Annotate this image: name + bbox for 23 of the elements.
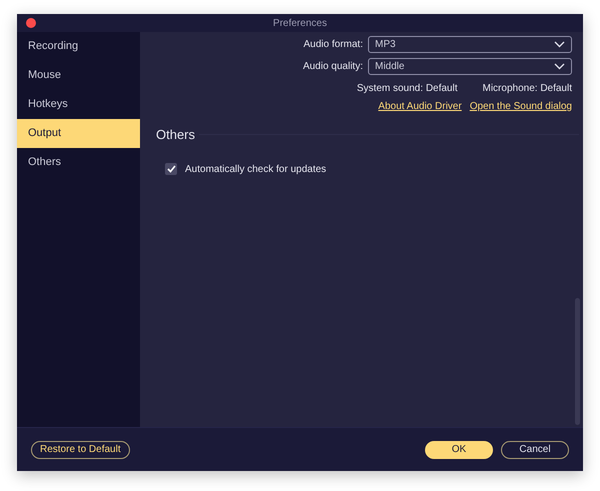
- cancel-button[interactable]: Cancel: [501, 440, 569, 458]
- sidebar-item[interactable]: Output: [17, 119, 140, 148]
- sidebar-item[interactable]: Mouse: [17, 61, 140, 90]
- link[interactable]: Open the Sound dialog: [470, 99, 572, 114]
- restore-default-button[interactable]: Restore to Default: [31, 440, 130, 458]
- sidebar-item[interactable]: Recording: [17, 32, 140, 61]
- system-sound-text: System sound: Default: [356, 82, 458, 96]
- sidebar-item[interactable]: Others: [17, 148, 140, 177]
- microphone-text: Microphone: Default: [482, 82, 572, 96]
- window-title: Preferences: [273, 16, 327, 30]
- chevron-down-icon: [554, 63, 565, 70]
- sidebar-item[interactable]: Hotkeys: [17, 90, 140, 119]
- checkbox[interactable]: [165, 163, 177, 175]
- checkbox-label: Automatically check for updates: [185, 162, 326, 176]
- close-button[interactable]: [26, 18, 36, 28]
- chevron-down-icon: [554, 41, 565, 48]
- dropdown[interactable]: Middle: [368, 58, 572, 75]
- ok-button[interactable]: OK: [425, 440, 493, 458]
- field-label: Audio format:: [304, 38, 363, 52]
- field-label: Audio quality:: [302, 60, 363, 74]
- dropdown[interactable]: MP3: [368, 36, 572, 53]
- link[interactable]: About Audio Driver: [378, 99, 462, 114]
- section-heading: Others: [156, 126, 196, 144]
